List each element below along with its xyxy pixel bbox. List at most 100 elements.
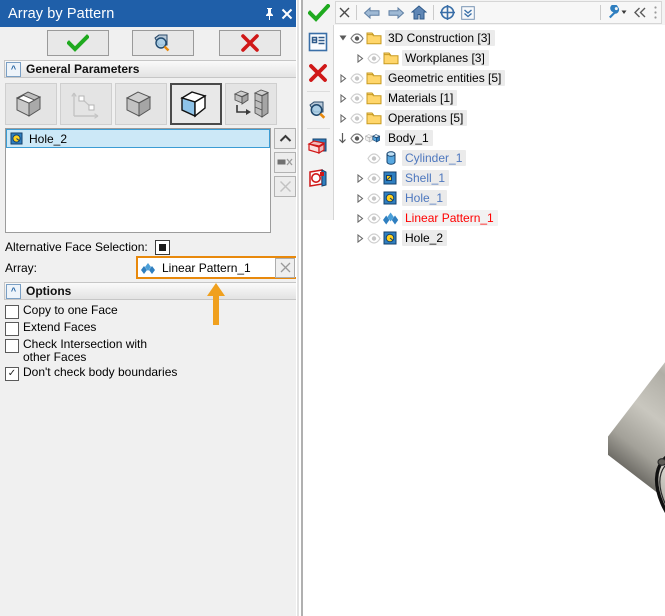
expander-expand-icon[interactable] xyxy=(353,228,366,248)
home-icon[interactable] xyxy=(408,2,430,23)
tree-item-label: Materials [1] xyxy=(385,90,458,106)
target-icon[interactable] xyxy=(437,2,458,23)
checkbox[interactable] xyxy=(5,339,19,353)
option-extend-faces[interactable]: Extend Faces xyxy=(5,321,295,336)
tree-row-content[interactable]: Materials [1] xyxy=(336,88,458,108)
linear-pattern-icon xyxy=(138,260,155,276)
visibility-eye-icon[interactable] xyxy=(349,28,365,48)
array-input[interactable]: Linear Pattern_1 xyxy=(136,256,298,279)
visibility-eye-dim-icon[interactable] xyxy=(349,88,365,108)
toolbar-separator xyxy=(433,5,434,20)
mode-button-body-array[interactable] xyxy=(115,83,167,125)
tree-row[interactable]: Body_1 xyxy=(336,128,664,148)
checkbox-checked[interactable]: ✓ xyxy=(5,367,19,381)
alternative-face-selection-row: Alternative Face Selection: xyxy=(5,238,170,256)
checkbox[interactable] xyxy=(5,322,19,336)
expander-collapse-icon[interactable] xyxy=(336,28,349,48)
pin-icon[interactable] xyxy=(260,3,278,25)
expander-expand-icon[interactable] xyxy=(336,108,349,128)
tree-row-content[interactable]: Operations [5] xyxy=(336,108,468,128)
delete-icon[interactable] xyxy=(305,59,332,86)
remove-item-button[interactable] xyxy=(274,152,296,173)
visibility-eye-icon[interactable] xyxy=(349,128,365,148)
forward-arrow-icon[interactable] xyxy=(384,2,408,23)
visibility-eye-dim-icon[interactable] xyxy=(366,148,382,168)
mode-button-copy-array[interactable] xyxy=(225,83,277,125)
folder-icon xyxy=(365,70,382,86)
tree-row-content[interactable]: Linear Pattern_1 xyxy=(353,208,498,228)
option-copy-to-one-face[interactable]: Copy to one Face xyxy=(5,304,295,319)
ok-button[interactable] xyxy=(47,30,109,56)
tree-row[interactable]: 3D Construction [3] xyxy=(336,28,664,48)
array-by-pattern-dialog: Array by Pattern ^ General Parameters Ho… xyxy=(0,0,302,616)
tree-row-content[interactable]: 3D Construction [3] xyxy=(336,28,495,48)
tree-row-content[interactable]: Cylinder_1 xyxy=(353,148,467,168)
tree-row-content[interactable]: Hole_2 xyxy=(353,228,448,248)
option-label: Check Intersection with other Faces xyxy=(23,337,148,364)
option-dont-check-body-boundaries[interactable]: ✓ Don't check body boundaries xyxy=(5,366,295,381)
tree-row[interactable]: Geometric entities [5] xyxy=(336,68,664,88)
visibility-eye-dim-icon[interactable] xyxy=(366,48,382,68)
tree-row-content[interactable]: Workplanes [3] xyxy=(353,48,489,68)
visibility-eye-dim-icon[interactable] xyxy=(349,108,365,128)
tree-row[interactable]: Hole_1 xyxy=(336,188,664,208)
mode-button-points-array[interactable] xyxy=(60,83,112,125)
close-icon[interactable] xyxy=(278,3,296,25)
remove-all-button[interactable] xyxy=(274,176,296,197)
operation-icon[interactable] xyxy=(305,164,332,191)
body-icon xyxy=(365,130,382,146)
show-hide-icon[interactable] xyxy=(305,133,332,160)
tree-row[interactable]: Operations [5] xyxy=(336,108,664,128)
tree-row[interactable]: Cylinder_1 xyxy=(336,148,664,168)
wrench-settings-icon[interactable] xyxy=(604,2,630,23)
visibility-eye-dim-icon[interactable] xyxy=(366,208,382,228)
visibility-eye-dim-icon[interactable] xyxy=(366,228,382,248)
3d-viewport[interactable] xyxy=(608,225,665,616)
expander-expand-icon[interactable] xyxy=(353,48,366,68)
section-header-options[interactable]: ^ Options xyxy=(4,282,298,300)
close-x-icon[interactable] xyxy=(336,2,353,23)
collapse-all-icon[interactable] xyxy=(458,2,478,23)
tree-row[interactable]: Materials [1] xyxy=(336,88,664,108)
expander-expand-icon[interactable] xyxy=(336,88,349,108)
pilot-hole-marker xyxy=(657,458,665,466)
expander-expand-icon[interactable] xyxy=(353,208,366,228)
properties-icon[interactable] xyxy=(305,28,332,55)
more-options-icon[interactable] xyxy=(650,2,661,23)
dialog-title-bar: Array by Pattern xyxy=(0,0,302,27)
visibility-eye-dim-icon[interactable] xyxy=(366,188,382,208)
tree-row[interactable]: Shell_1 xyxy=(336,168,664,188)
tree-toolbar-strip xyxy=(335,1,662,24)
zoom-to-icon[interactable] xyxy=(305,96,332,123)
mode-button-operation-array[interactable] xyxy=(170,83,222,125)
move-up-button[interactable] xyxy=(274,128,296,149)
back-arrow-icon[interactable] xyxy=(360,2,384,23)
cancel-button[interactable] xyxy=(219,30,281,56)
mode-button-face-array[interactable] xyxy=(5,83,57,125)
current-position-icon[interactable] xyxy=(336,128,349,148)
option-label: Extend Faces xyxy=(23,320,97,334)
cylinder-model xyxy=(608,225,665,586)
alternative-face-selection-checkbox[interactable] xyxy=(154,239,170,255)
checkbox[interactable] xyxy=(5,305,19,319)
tree-row-content[interactable]: Hole_1 xyxy=(353,188,448,208)
option-check-intersection[interactable]: Check Intersection with other Faces xyxy=(5,338,295,364)
tree-apply-button[interactable] xyxy=(303,0,334,25)
expander-expand-icon[interactable] xyxy=(353,168,366,188)
selected-operations-list[interactable]: Hole_2 xyxy=(5,128,271,233)
visibility-eye-dim-icon[interactable] xyxy=(349,68,365,88)
expander-expand-icon[interactable] xyxy=(353,188,366,208)
expander-expand-icon[interactable] xyxy=(336,68,349,88)
array-clear-button[interactable] xyxy=(275,257,295,278)
list-item[interactable]: Hole_2 xyxy=(6,129,270,148)
tree-row-content[interactable]: Geometric entities [5] xyxy=(336,68,506,88)
tree-row[interactable]: Workplanes [3] xyxy=(336,48,664,68)
chevrons-left-icon[interactable] xyxy=(630,2,650,23)
section-label-options: Options xyxy=(26,284,72,298)
toolbar-separator xyxy=(306,128,330,129)
visibility-eye-dim-icon[interactable] xyxy=(366,168,382,188)
preview-button[interactable] xyxy=(132,30,194,56)
tree-row-content[interactable]: Shell_1 xyxy=(353,168,450,188)
section-header-general-parameters[interactable]: ^ General Parameters xyxy=(4,60,298,78)
tree-row-content[interactable]: Body_1 xyxy=(336,128,433,148)
